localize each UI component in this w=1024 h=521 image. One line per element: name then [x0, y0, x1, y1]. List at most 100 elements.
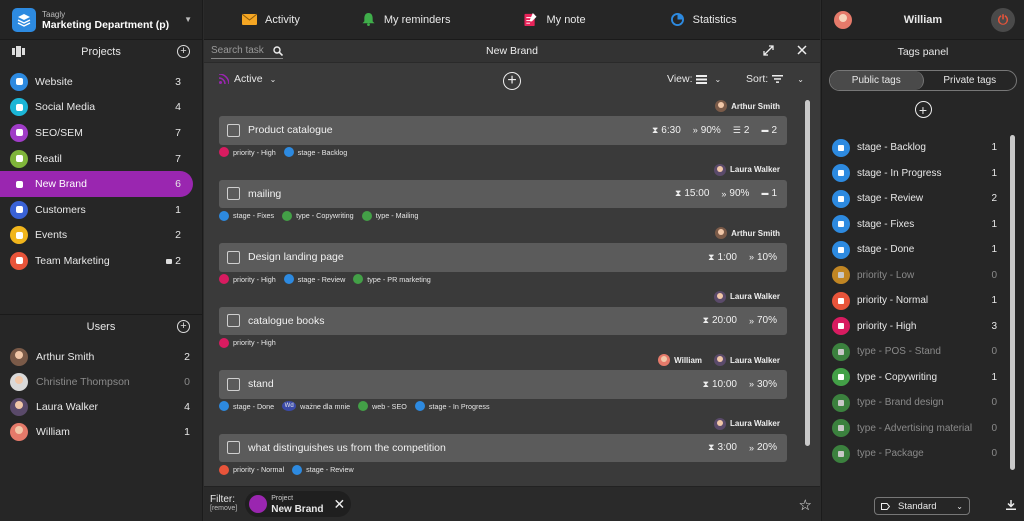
tag-chip[interactable]: Wd ważne dla mnie: [282, 401, 350, 411]
tag-chip[interactable]: priority - High: [219, 274, 276, 284]
user-task-count: 4: [184, 401, 190, 414]
project-item[interactable]: Website 3: [0, 69, 193, 95]
tag-item[interactable]: type - Copywriting 1: [822, 365, 1024, 391]
tag-chip[interactable]: priority - High: [219, 337, 276, 348]
tag-chip[interactable]: stage - Backlog: [283, 147, 347, 157]
assignee-name: William: [674, 355, 703, 365]
tag-chip[interactable]: stage - Done: [219, 401, 274, 411]
tag-chip[interactable]: web - SEO: [358, 401, 407, 411]
tag-set-select[interactable]: Standard ⌄: [874, 497, 970, 515]
nav-statistics[interactable]: Statistics: [670, 0, 737, 40]
tab-private-tags[interactable]: Private tags: [924, 71, 1017, 90]
power-icon[interactable]: ⏻: [991, 8, 1015, 32]
task-subtasks: ☰ 2: [733, 125, 750, 136]
tag-item[interactable]: type - Brand design 0: [822, 390, 1024, 416]
star-icon[interactable]: ☆: [799, 496, 812, 514]
tag-item[interactable]: type - Package 0: [822, 441, 1024, 467]
avatar[interactable]: [834, 11, 852, 29]
user-item[interactable]: Laura Walker 4: [0, 395, 202, 420]
sort-selector[interactable]: Sort: ⌄: [746, 73, 804, 85]
tags-panel-footer: Standard ⌄: [822, 491, 1024, 521]
tag-item[interactable]: stage - Review 2: [822, 186, 1024, 212]
nav-activity[interactable]: Activity: [242, 0, 300, 40]
project-count-value: 7: [175, 152, 181, 165]
filter-chip: Project New Brand ✕: [245, 491, 352, 517]
list-view-icon: [695, 74, 707, 84]
project-item[interactable]: Reatil 7: [0, 146, 193, 172]
task-block: Laura Walker what distinguishes us from t…: [204, 414, 820, 478]
task-checkbox[interactable]: [227, 123, 240, 137]
checklist-icon: ☰: [732, 124, 741, 135]
tag-chip[interactable]: stage - In Progress: [414, 401, 490, 411]
tag-item[interactable]: priority - Normal 1: [822, 288, 1024, 314]
tag-chip[interactable]: type - Copywriting: [282, 210, 354, 221]
status-filter[interactable]: Active ⌄: [219, 73, 276, 85]
view-selector[interactable]: View: ⌄: [667, 73, 721, 85]
expand-icon[interactable]: [763, 45, 774, 59]
nav-reminders[interactable]: My reminders: [361, 0, 450, 40]
tag-count: 0: [991, 397, 997, 409]
tag-chip[interactable]: priority - High: [219, 147, 276, 157]
task-row[interactable]: stand ⧗ 10:00 » 30%: [219, 370, 787, 399]
remove-filter-link[interactable]: [remove]: [210, 504, 237, 513]
search-icon: [273, 45, 283, 56]
tag-chip[interactable]: stage - Review: [292, 464, 354, 475]
task-row[interactable]: mailing ⧗ 15:00 » 90% ▬ 1: [219, 179, 787, 208]
download-icon[interactable]: [1006, 500, 1016, 513]
task-list-scrollbar[interactable]: [805, 100, 810, 446]
task-time-estimate-value: 10:00: [711, 378, 737, 390]
task-row[interactable]: catalogue books ⧗ 20:00 » 70%: [219, 306, 787, 335]
project-name: Website: [35, 75, 73, 88]
organization-switcher[interactable]: Taagly Marketing Department (p) ▼: [0, 0, 202, 40]
project-item[interactable]: Team Marketing 2: [0, 248, 193, 274]
tag-chip[interactable]: priority - Normal: [219, 464, 284, 475]
chevron-down-icon[interactable]: ▼: [184, 15, 192, 24]
project-item[interactable]: SEO/SEM 7: [0, 120, 193, 146]
project-name: New Brand: [35, 178, 87, 191]
close-icon[interactable]: [797, 45, 807, 58]
add-task-button[interactable]: +: [503, 72, 521, 90]
remove-filter-icon[interactable]: ✕: [333, 496, 345, 513]
tab-public-tags[interactable]: Public tags: [830, 71, 924, 90]
tag-chip[interactable]: type - Mailing: [361, 210, 418, 221]
task-checkbox[interactable]: [227, 187, 240, 201]
task-row[interactable]: Product catalogue ⧗ 6:30» 90% ☰ 2 ▬ 2: [219, 116, 787, 145]
user-item[interactable]: Christine Thompson 0: [0, 370, 202, 395]
tag-chip[interactable]: type - PR marketing: [353, 274, 431, 284]
task-checkbox[interactable]: [227, 441, 240, 455]
tag-chip[interactable]: stage - Fixes: [219, 210, 274, 221]
tag-item[interactable]: type - Advertising material 0: [822, 416, 1024, 442]
add-project-button[interactable]: +: [177, 45, 190, 58]
tag-item[interactable]: type - POS - Stand 0: [822, 339, 1024, 365]
user-item[interactable]: Arthur Smith 2: [0, 345, 202, 370]
task-row[interactable]: Design landing page ⧗ 1:00 » 10%: [219, 243, 787, 272]
nav-activity-label: Activity: [265, 13, 300, 26]
task-checkbox[interactable]: [227, 250, 240, 264]
nav-note[interactable]: My note: [523, 0, 586, 40]
project-item[interactable]: New Brand 6: [0, 171, 193, 197]
project-item[interactable]: Events 2: [0, 223, 193, 249]
tags-scrollbar[interactable]: [1010, 135, 1015, 470]
tag-item[interactable]: stage - Backlog 1: [822, 135, 1024, 161]
chevron-down-icon: ⌄: [956, 501, 963, 511]
project-item[interactable]: Social Media 4: [0, 95, 193, 121]
task-checkbox[interactable]: [227, 314, 240, 328]
project-item[interactable]: Customers 1: [0, 197, 193, 223]
tag-item[interactable]: stage - Done 1: [822, 237, 1024, 263]
tag-item[interactable]: stage - Fixes 1: [822, 212, 1024, 238]
tag-name: priority - High: [857, 320, 917, 332]
tag-item[interactable]: stage - In Progress 1: [822, 161, 1024, 187]
task-checkbox[interactable]: [227, 377, 240, 391]
search-input[interactable]: Search task: [211, 43, 283, 59]
project-color-icon: [10, 251, 28, 270]
tag-item[interactable]: priority - High 3: [822, 314, 1024, 340]
task-row[interactable]: what distinguishes us from the competiti…: [219, 433, 787, 462]
tag-item[interactable]: priority - Low 0: [822, 263, 1024, 289]
tag-chip[interactable]: stage - Review: [283, 274, 345, 284]
tag-icon: [832, 215, 850, 234]
add-tag-button[interactable]: +: [914, 101, 932, 118]
add-user-button[interactable]: +: [177, 319, 190, 333]
task-assignees: Laura Walker: [714, 163, 780, 176]
user-item[interactable]: William 1: [0, 420, 202, 445]
nav-statistics-label: Statistics: [692, 13, 737, 26]
